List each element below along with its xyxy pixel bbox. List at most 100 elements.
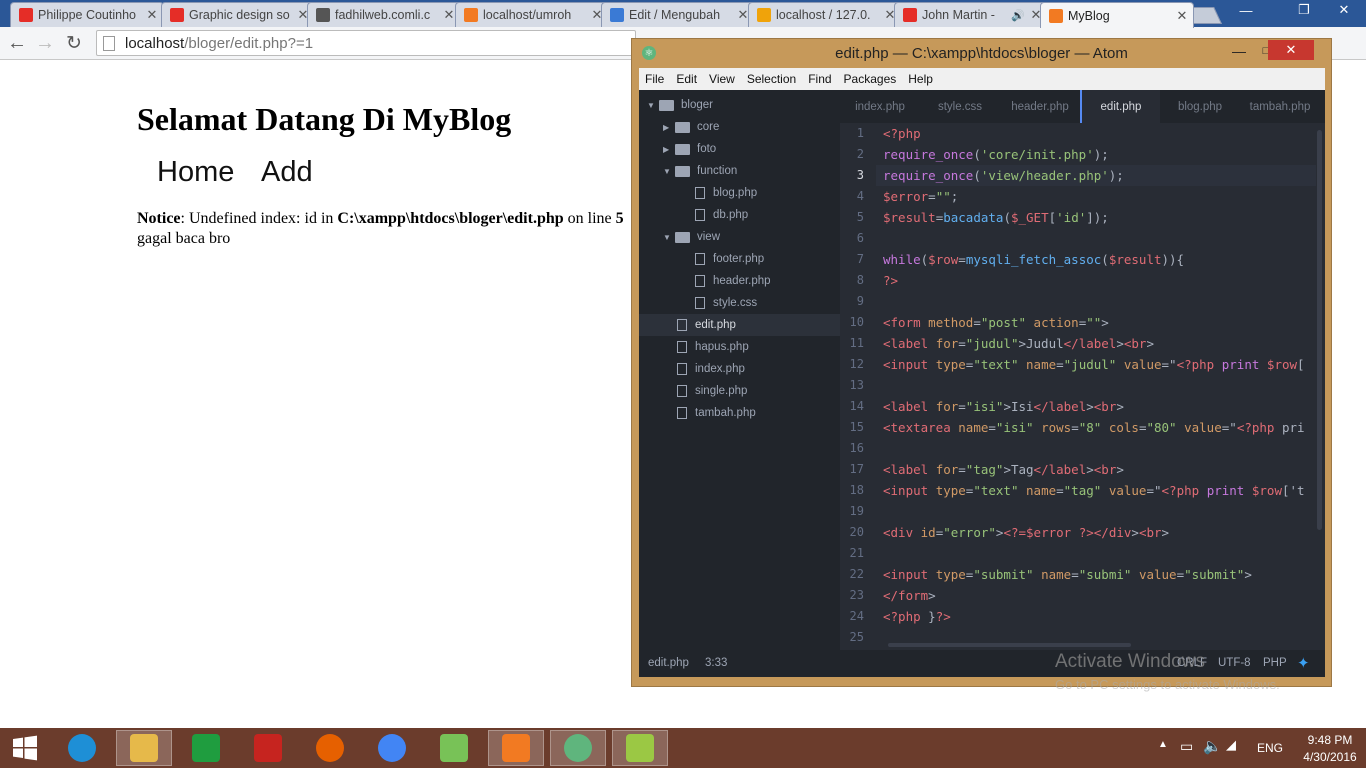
folder-icon xyxy=(659,99,674,111)
menu-item[interactable]: File xyxy=(645,72,664,86)
editor-tab[interactable]: index.php xyxy=(840,90,920,123)
atom-minimize-button[interactable]: — xyxy=(1232,41,1246,61)
battery-icon[interactable]: ▭ xyxy=(1180,738,1193,755)
tab-close-icon[interactable]: ✕ xyxy=(1175,8,1189,24)
tree-item-index-php[interactable]: index.php xyxy=(677,358,745,380)
code-area[interactable]: <?php require_once('core/init.php'); requi… xyxy=(883,123,1319,643)
code-line[interactable]: require_once('core/init.php'); xyxy=(883,144,1109,165)
menu-item[interactable]: Help xyxy=(908,72,933,86)
code-line[interactable]: <input type="text" name="tag" value="<?p… xyxy=(883,480,1305,501)
nav-home-link[interactable]: Home xyxy=(157,156,234,189)
editor-tab[interactable]: tambah.php xyxy=(1240,90,1320,123)
tree-item-single-php[interactable]: single.php xyxy=(677,380,747,402)
start-button[interactable] xyxy=(0,730,50,766)
code-line[interactable]: <input type="submit" name="submi" value=… xyxy=(883,564,1252,585)
browser-tab[interactable]: MyBlog ✕ xyxy=(1040,2,1194,28)
bird-icon[interactable]: ✦ xyxy=(1297,654,1310,672)
editor-tab[interactable]: blog.php xyxy=(1160,90,1240,123)
tree-item-label: footer.php xyxy=(713,253,765,265)
tree-item-footer-php[interactable]: footer.php xyxy=(695,248,764,270)
address-bar[interactable]: localhost/bloger/edit.php?=1 xyxy=(96,30,636,56)
tree-item-style-css[interactable]: style.css xyxy=(695,292,757,314)
tree-item-core[interactable]: ▶ core xyxy=(663,116,719,138)
close-window-button[interactable]: ✕ xyxy=(1326,0,1362,20)
taskbar-app[interactable] xyxy=(426,730,482,766)
code-line[interactable]: <?php xyxy=(883,123,921,144)
adobe-icon xyxy=(170,8,184,22)
taskbar-app[interactable] xyxy=(240,730,296,766)
code-line[interactable]: ?> xyxy=(883,270,898,291)
code-line[interactable]: $error=""; xyxy=(883,186,958,207)
browser-tab[interactable]: Edit / Mengubah ✕ xyxy=(601,2,755,27)
status-grammar[interactable]: PHP xyxy=(1263,657,1287,669)
code-line[interactable]: <label for="isi">Isi</label><br> xyxy=(883,396,1124,417)
minimize-button[interactable]: — xyxy=(1232,0,1260,20)
reload-icon[interactable]: ↻ xyxy=(62,31,86,55)
tab-close-icon[interactable]: ✕ xyxy=(442,7,456,23)
taskbar-app[interactable] xyxy=(178,730,234,766)
status-file[interactable]: edit.php xyxy=(648,657,689,669)
code-line[interactable]: <?php }?> xyxy=(883,606,951,627)
atom-close-button[interactable]: ✕ xyxy=(1268,40,1314,60)
code-line[interactable]: <label for="judul">Judul</label><br> xyxy=(883,333,1154,354)
code-line[interactable]: <label for="tag">Tag</label><br> xyxy=(883,459,1124,480)
menu-item[interactable]: Selection xyxy=(747,72,796,86)
language-indicator[interactable]: ENG xyxy=(1257,741,1283,755)
code-line[interactable]: <input type="text" name="judul" value="<… xyxy=(883,354,1305,375)
forward-icon[interactable]: → xyxy=(33,31,57,55)
tab-audio-icon[interactable]: 🔊 xyxy=(1011,9,1025,22)
menu-item[interactable]: Find xyxy=(808,72,831,86)
tree-item-foto[interactable]: ▶ foto xyxy=(663,138,716,160)
code-line[interactable]: require_once('view/header.php'); xyxy=(883,165,1124,186)
browser-tab[interactable]: localhost / 127.0. ✕ xyxy=(748,2,902,27)
browser-tab[interactable]: Graphic design so ✕ xyxy=(161,2,315,27)
browser-tab[interactable]: localhost/umroh ✕ xyxy=(455,2,609,27)
tree-item-hapus-php[interactable]: hapus.php xyxy=(677,336,749,358)
tree-item-edit-php[interactable]: edit.php xyxy=(639,314,840,336)
taskbar-app[interactable] xyxy=(54,730,110,766)
line-number: 22 xyxy=(849,567,864,581)
tree-item-function[interactable]: ▼ function xyxy=(663,160,737,182)
taskbar-app[interactable] xyxy=(116,730,172,766)
clock-time[interactable]: 9:48 PM xyxy=(1300,733,1360,747)
tree-root[interactable]: ▼ bloger xyxy=(647,94,713,116)
code-line[interactable]: <div id="error"><?=$error ?></div><br> xyxy=(883,522,1169,543)
code-line[interactable]: while($row=mysqli_fetch_assoc($result)){ xyxy=(883,249,1184,270)
tree-item-tambah-php[interactable]: tambah.php xyxy=(677,402,756,424)
browser-tab[interactable]: John Martin - 🔊 ✕ xyxy=(894,2,1048,27)
menu-item[interactable]: View xyxy=(709,72,735,86)
tree-item-header-php[interactable]: header.php xyxy=(695,270,771,292)
status-encoding[interactable]: UTF-8 xyxy=(1218,657,1251,669)
taskbar-app[interactable] xyxy=(550,730,606,766)
code-line[interactable]: <textarea name="isi" rows="8" cols="80" … xyxy=(883,417,1305,438)
network-icon[interactable]: ◢ xyxy=(1226,737,1236,753)
back-icon[interactable]: ← xyxy=(5,31,29,55)
editor-tab[interactable]: style.css xyxy=(920,90,1000,123)
youtube-icon xyxy=(903,8,917,22)
browser-tab[interactable]: Philippe Coutinho ✕ xyxy=(10,2,164,27)
nav-add-link[interactable]: Add xyxy=(261,156,313,189)
status-cursor[interactable]: 3:33 xyxy=(705,657,727,669)
horizontal-scrollbar[interactable] xyxy=(888,643,1131,647)
vertical-scrollbar[interactable] xyxy=(1317,130,1322,530)
code-line[interactable]: </form> xyxy=(883,585,936,606)
tree-item-db-php[interactable]: db.php xyxy=(695,204,748,226)
editor-tab[interactable]: edit.php xyxy=(1080,90,1160,123)
editor-tab[interactable]: header.php xyxy=(1000,90,1080,123)
tab-close-icon[interactable]: ✕ xyxy=(145,7,159,23)
volume-icon[interactable]: 🔈 xyxy=(1203,737,1222,755)
menu-item[interactable]: Packages xyxy=(844,72,897,86)
browser-tab[interactable]: fadhilweb.comli.c ✕ xyxy=(307,2,461,27)
clock-date[interactable]: 4/30/2016 xyxy=(1300,750,1360,764)
taskbar-app[interactable] xyxy=(488,730,544,766)
menu-item[interactable]: Edit xyxy=(676,72,697,86)
tree-item-view[interactable]: ▼ view xyxy=(663,226,720,248)
taskbar-app[interactable] xyxy=(364,730,420,766)
tray-chevron-icon[interactable]: ▲ xyxy=(1158,739,1168,750)
restore-button[interactable]: ❐ xyxy=(1290,0,1318,20)
tree-item-blog-php[interactable]: blog.php xyxy=(695,182,757,204)
code-line[interactable]: $result=bacadata($_GET['id']); xyxy=(883,207,1109,228)
code-line[interactable]: <form method="post" action=""> xyxy=(883,312,1109,333)
taskbar-app[interactable] xyxy=(302,730,358,766)
taskbar-app[interactable] xyxy=(612,730,668,766)
